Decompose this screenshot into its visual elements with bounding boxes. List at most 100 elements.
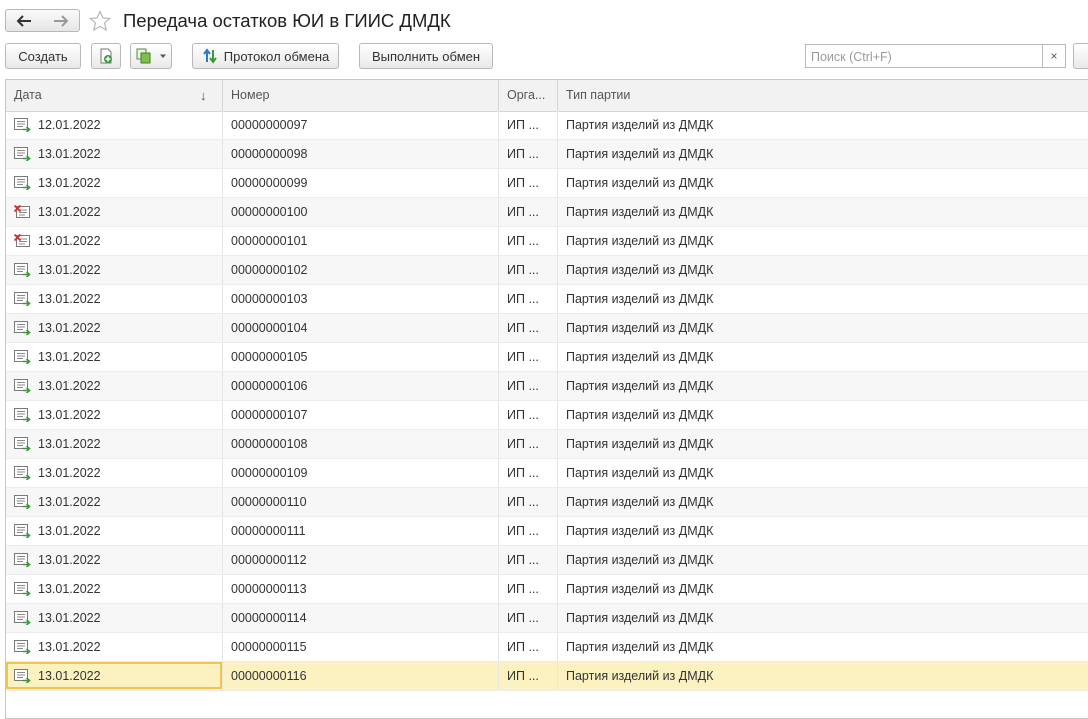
posted-doc-icon [14,118,31,132]
row-batch-type: Партия изделий из ДМДК [566,495,714,509]
create-button[interactable]: Создать [5,43,81,69]
table-row[interactable]: 13.01.2022 00000000105 ИП ... Партия издели… [6,343,1088,372]
row-date: 13.01.2022 [38,401,223,429]
posted-doc-icon [14,147,31,161]
row-date: 13.01.2022 [38,285,223,313]
row-batch-type: Партия изделий из ДМДК [566,147,714,161]
row-organization: ИП ... [499,546,558,574]
row-organization: ИП ... [499,372,558,400]
row-date: 13.01.2022 [38,488,223,516]
row-batch-type: Партия изделий из ДМДК [566,640,714,654]
row-batch-type: Партия изделий из ДМДК [566,350,714,364]
row-date: 13.01.2022 [38,140,223,168]
column-header-date[interactable]: Дата ↓ [6,80,223,111]
chevron-down-icon [159,54,166,58]
row-date: 12.01.2022 [38,111,223,139]
row-number: 00000000103 [223,285,499,313]
row-organization: ИП ... [499,430,558,458]
search-button[interactable] [1073,43,1088,69]
exchange-protocol-label: Протокол обмена [223,48,330,64]
row-organization: ИП ... [499,401,558,429]
row-number: 00000000100 [223,198,499,226]
row-number: 00000000110 [223,488,499,516]
table-row[interactable]: 13.01.2022 00000000111 ИП ... Партия издели… [6,517,1088,546]
row-number: 00000000099 [223,169,499,197]
table-row[interactable]: 13.01.2022 00000000101 ИП ... Партия издели… [6,227,1088,256]
posted-doc-icon [14,640,31,654]
row-batch-type: Партия изделий из ДМДК [566,205,714,219]
row-organization: ИП ... [499,169,558,197]
posted-doc-icon [14,553,31,567]
row-organization: ИП ... [499,662,558,690]
run-exchange-button[interactable]: Выполнить обмен [359,43,493,69]
row-date: 13.01.2022 [38,430,223,458]
row-batch-type: Партия изделий из ДМДК [566,176,714,190]
create-based-on-button[interactable] [130,43,172,69]
table-row[interactable]: 13.01.2022 00000000114 ИП ... Партия издели… [6,604,1088,633]
table-row[interactable]: 13.01.2022 00000000099 ИП ... Партия издели… [6,169,1088,198]
documents-table: Дата ↓ Номер Орга... Тип партии 12.01.20… [5,79,1088,719]
table-row[interactable]: 13.01.2022 00000000115 ИП ... Партия издели… [6,633,1088,662]
row-number: 00000000107 [223,401,499,429]
row-batch-type: Партия изделий из ДМДК [566,553,714,567]
table-row[interactable]: 13.01.2022 00000000107 ИП ... Партия издели… [6,401,1088,430]
search-input[interactable] [809,46,1033,68]
row-organization: ИП ... [499,633,558,661]
table-row[interactable]: 13.01.2022 00000000110 ИП ... Партия издели… [6,488,1088,517]
forward-button[interactable] [42,9,80,32]
search-field[interactable] [805,44,1043,68]
column-header-number[interactable]: Номер [223,80,499,111]
row-number: 00000000104 [223,314,499,342]
row-organization: ИП ... [499,488,558,516]
row-batch-type: Партия изделий из ДМДК [566,321,714,335]
row-batch-type: Партия изделий из ДМДК [566,379,714,393]
table-row[interactable]: 13.01.2022 00000000100 ИП ... Партия издели… [6,198,1088,227]
row-organization: ИП ... [499,314,558,342]
posted-doc-icon [14,582,31,596]
row-batch-type: Партия изделий из ДМДК [566,466,714,480]
row-organization: ИП ... [499,227,558,255]
row-date: 13.01.2022 [38,227,223,255]
arrow-left-icon [16,14,31,27]
row-date: 13.01.2022 [38,343,223,371]
exchange-protocol-button[interactable]: Протокол обмена [192,43,339,69]
posted-doc-icon [14,263,31,277]
row-number: 00000000108 [223,430,499,458]
table-row[interactable]: 13.01.2022 00000000098 ИП ... Партия издели… [6,140,1088,169]
table-row[interactable]: 12.01.2022 00000000097 ИП ... Партия издели… [6,111,1088,140]
row-date: 13.01.2022 [38,633,223,661]
deleted-doc-icon [14,234,30,247]
table-row[interactable]: 13.01.2022 00000000108 ИП ... Партия издели… [6,430,1088,459]
table-row[interactable]: 13.01.2022 00000000113 ИП ... Партия издели… [6,575,1088,604]
favorite-star-icon[interactable] [88,9,112,33]
row-organization: ИП ... [499,517,558,545]
posted-doc-icon [14,350,31,364]
row-organization: ИП ... [499,198,558,226]
row-batch-type: Партия изделий из ДМДК [566,524,714,538]
table-row[interactable]: 13.01.2022 00000000102 ИП ... Партия издели… [6,256,1088,285]
posted-doc-icon [14,176,31,190]
row-organization: ИП ... [499,285,558,313]
posted-doc-icon [14,495,31,509]
row-organization: ИП ... [499,256,558,284]
row-batch-type: Партия изделий из ДМДК [566,292,714,306]
column-header-batch-type[interactable]: Тип партии [558,80,1088,111]
posted-doc-icon [14,669,31,683]
column-header-organization[interactable]: Орга... [499,80,558,111]
search-clear-button[interactable]: × [1043,44,1066,68]
copy-button[interactable] [91,43,121,69]
table-row[interactable]: 13.01.2022 00000000112 ИП ... Партия издели… [6,546,1088,575]
table-row[interactable]: 13.01.2022 00000000116 ИП ... Партия издели… [6,662,1088,691]
row-batch-type: Партия изделий из ДМДК [566,437,714,451]
table-header: Дата ↓ Номер Орга... Тип партии [6,80,1088,112]
table-row[interactable]: 13.01.2022 00000000103 ИП ... Партия издели… [6,285,1088,314]
sort-descending-icon: ↓ [200,88,207,103]
row-date: 13.01.2022 [38,256,223,284]
table-row[interactable]: 13.01.2022 00000000109 ИП ... Партия издели… [6,459,1088,488]
back-button[interactable] [5,9,43,32]
posted-doc-icon [14,408,31,422]
table-row[interactable]: 13.01.2022 00000000106 ИП ... Партия издели… [6,372,1088,401]
table-row[interactable]: 13.01.2022 00000000104 ИП ... Партия издели… [6,314,1088,343]
row-number: 00000000112 [223,546,499,574]
posted-doc-icon [14,379,31,393]
